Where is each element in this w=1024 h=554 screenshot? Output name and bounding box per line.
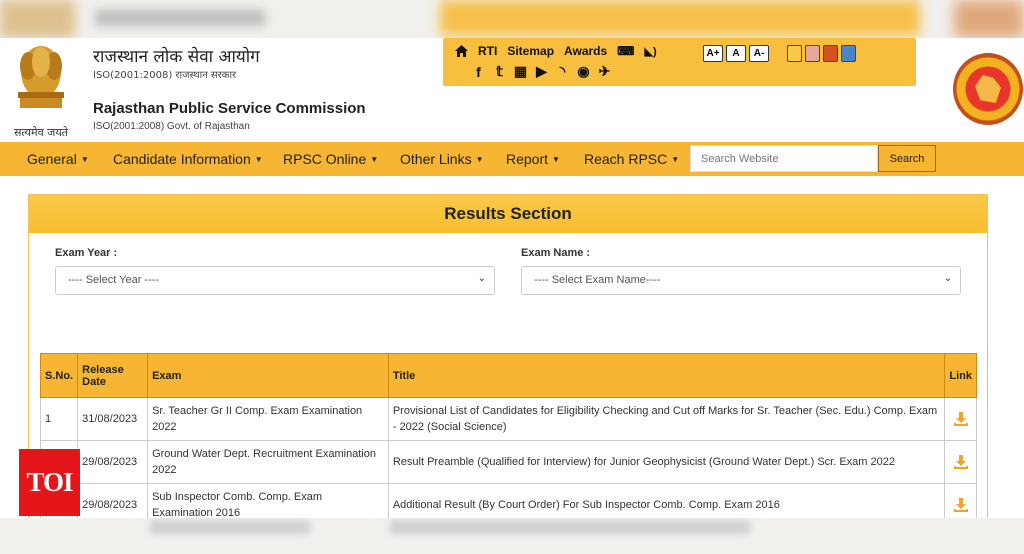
exam-name-select[interactable]: ---- Select Exam Name---- ⌄ bbox=[521, 266, 961, 295]
emblem-motto: सत्यमेव जयते bbox=[13, 126, 68, 139]
toi-watermark-logo: TOI bbox=[19, 449, 80, 516]
english-iso-text: ISO(2001:2008) Govt. of Rajasthan bbox=[93, 121, 250, 132]
theme-orange-swatch[interactable] bbox=[823, 45, 838, 62]
font-normal-button[interactable]: A bbox=[726, 45, 746, 62]
font-decrease-button[interactable]: A- bbox=[749, 45, 769, 62]
col-release-date: Release Date bbox=[77, 353, 149, 398]
cell-exam: Ground Water Dept. Recruitment Examinati… bbox=[147, 440, 389, 484]
rti-link[interactable]: RTI bbox=[478, 44, 497, 58]
col-link: Link bbox=[944, 353, 977, 398]
theme-pink-swatch[interactable] bbox=[805, 45, 820, 62]
nav-other-links[interactable]: Other Links ▼ bbox=[400, 151, 484, 167]
nav-report[interactable]: Report ▼ bbox=[506, 151, 560, 167]
table-row: 1 31/08/2023 Sr. Teacher Gr II Comp. Exa… bbox=[39, 397, 977, 441]
rpsc-seal-logo bbox=[953, 53, 1023, 125]
utility-toolbar: RTI Sitemap Awards ⌨ ◣) A+ A A- f 𝕥 ▦ ▶ … bbox=[443, 38, 916, 86]
chevron-down-icon: ⌄ bbox=[943, 273, 952, 284]
theme-blue-swatch[interactable] bbox=[841, 45, 856, 62]
results-heading: Results Section bbox=[29, 195, 987, 233]
cell-title: Result Preamble (Qualified for Interview… bbox=[387, 440, 946, 484]
pin-icon[interactable]: ✈ bbox=[597, 63, 612, 79]
keyboard-icon[interactable]: ⌨ bbox=[617, 44, 634, 58]
download-icon[interactable] bbox=[953, 454, 969, 470]
hindi-title: राजस्थान लोक सेवा आयोग bbox=[93, 47, 260, 67]
col-title: Title bbox=[387, 353, 946, 398]
nav-rpsc-online[interactable]: RPSC Online ▼ bbox=[283, 151, 378, 167]
results-table: S.No. Release Date Exam Title Link 1 31/… bbox=[39, 353, 977, 527]
ashoka-emblem-icon bbox=[18, 46, 64, 108]
site-header: सत्यमेव जयते राजस्थान लोक सेवा आयोग ISO(… bbox=[0, 38, 1024, 142]
main-nav: General ▼ Candidate Information ▼ RPSC Onl… bbox=[0, 142, 1024, 176]
twitter-icon[interactable]: 𝕥 bbox=[492, 63, 507, 79]
cell-sno: 1 bbox=[39, 397, 79, 441]
search-input[interactable] bbox=[690, 145, 878, 172]
table-header-row: S.No. Release Date Exam Title Link bbox=[39, 353, 977, 398]
exam-year-select[interactable]: ---- Select Year ---- ⌄ bbox=[55, 266, 495, 295]
sitemap-link[interactable]: Sitemap bbox=[507, 44, 554, 58]
cell-link bbox=[944, 440, 977, 484]
cell-title: Provisional List of Candidates for Eligi… bbox=[387, 397, 946, 441]
col-exam: Exam bbox=[147, 353, 389, 398]
download-icon[interactable] bbox=[953, 497, 969, 513]
chevron-down-icon: ⌄ bbox=[477, 273, 486, 284]
nav-candidate-information[interactable]: Candidate Information ▼ bbox=[113, 151, 263, 167]
facebook-icon[interactable]: f bbox=[471, 64, 486, 80]
english-title: Rajasthan Public Service Commission bbox=[93, 100, 366, 117]
search-button[interactable]: Search bbox=[878, 145, 936, 172]
cell-exam: Sr. Teacher Gr II Comp. Exam Examination… bbox=[147, 397, 389, 441]
home-icon[interactable] bbox=[455, 45, 468, 57]
blurred-top-strip bbox=[0, 0, 1024, 38]
theme-yellow-swatch[interactable] bbox=[787, 45, 802, 62]
nav-general[interactable]: General ▼ bbox=[27, 151, 89, 167]
cell-date: 31/08/2023 bbox=[77, 397, 149, 441]
blurred-bottom-strip bbox=[0, 518, 1024, 554]
globe-icon[interactable]: ◉ bbox=[576, 63, 591, 79]
cell-link bbox=[944, 397, 977, 441]
page: सत्यमेव जयते राजस्थान लोक सेवा आयोग ISO(… bbox=[0, 0, 1024, 554]
exam-name-label: Exam Name : bbox=[521, 247, 591, 259]
exam-year-label: Exam Year : bbox=[55, 247, 118, 259]
youtube-icon[interactable]: ▶ bbox=[534, 63, 549, 79]
cell-date: 29/08/2023 bbox=[77, 440, 149, 484]
state-emblem: सत्यमेव जयते bbox=[6, 42, 76, 139]
awards-link[interactable]: Awards bbox=[564, 44, 607, 58]
col-sno: S.No. bbox=[39, 353, 79, 398]
nav-reach-rpsc[interactable]: Reach RPSC ▼ bbox=[584, 151, 679, 167]
rss-icon[interactable]: ◝ bbox=[555, 63, 570, 79]
calendar-icon[interactable]: ▦ bbox=[513, 63, 528, 79]
screen-reader-icon[interactable]: ◣) bbox=[645, 45, 657, 58]
table-row: 29/08/2023 Ground Water Dept. Recruitmen… bbox=[39, 440, 977, 484]
hindi-iso-text: ISO(2001:2008) राजस्थान सरकार bbox=[93, 70, 237, 81]
download-icon[interactable] bbox=[953, 411, 969, 427]
font-increase-button[interactable]: A+ bbox=[703, 45, 723, 62]
